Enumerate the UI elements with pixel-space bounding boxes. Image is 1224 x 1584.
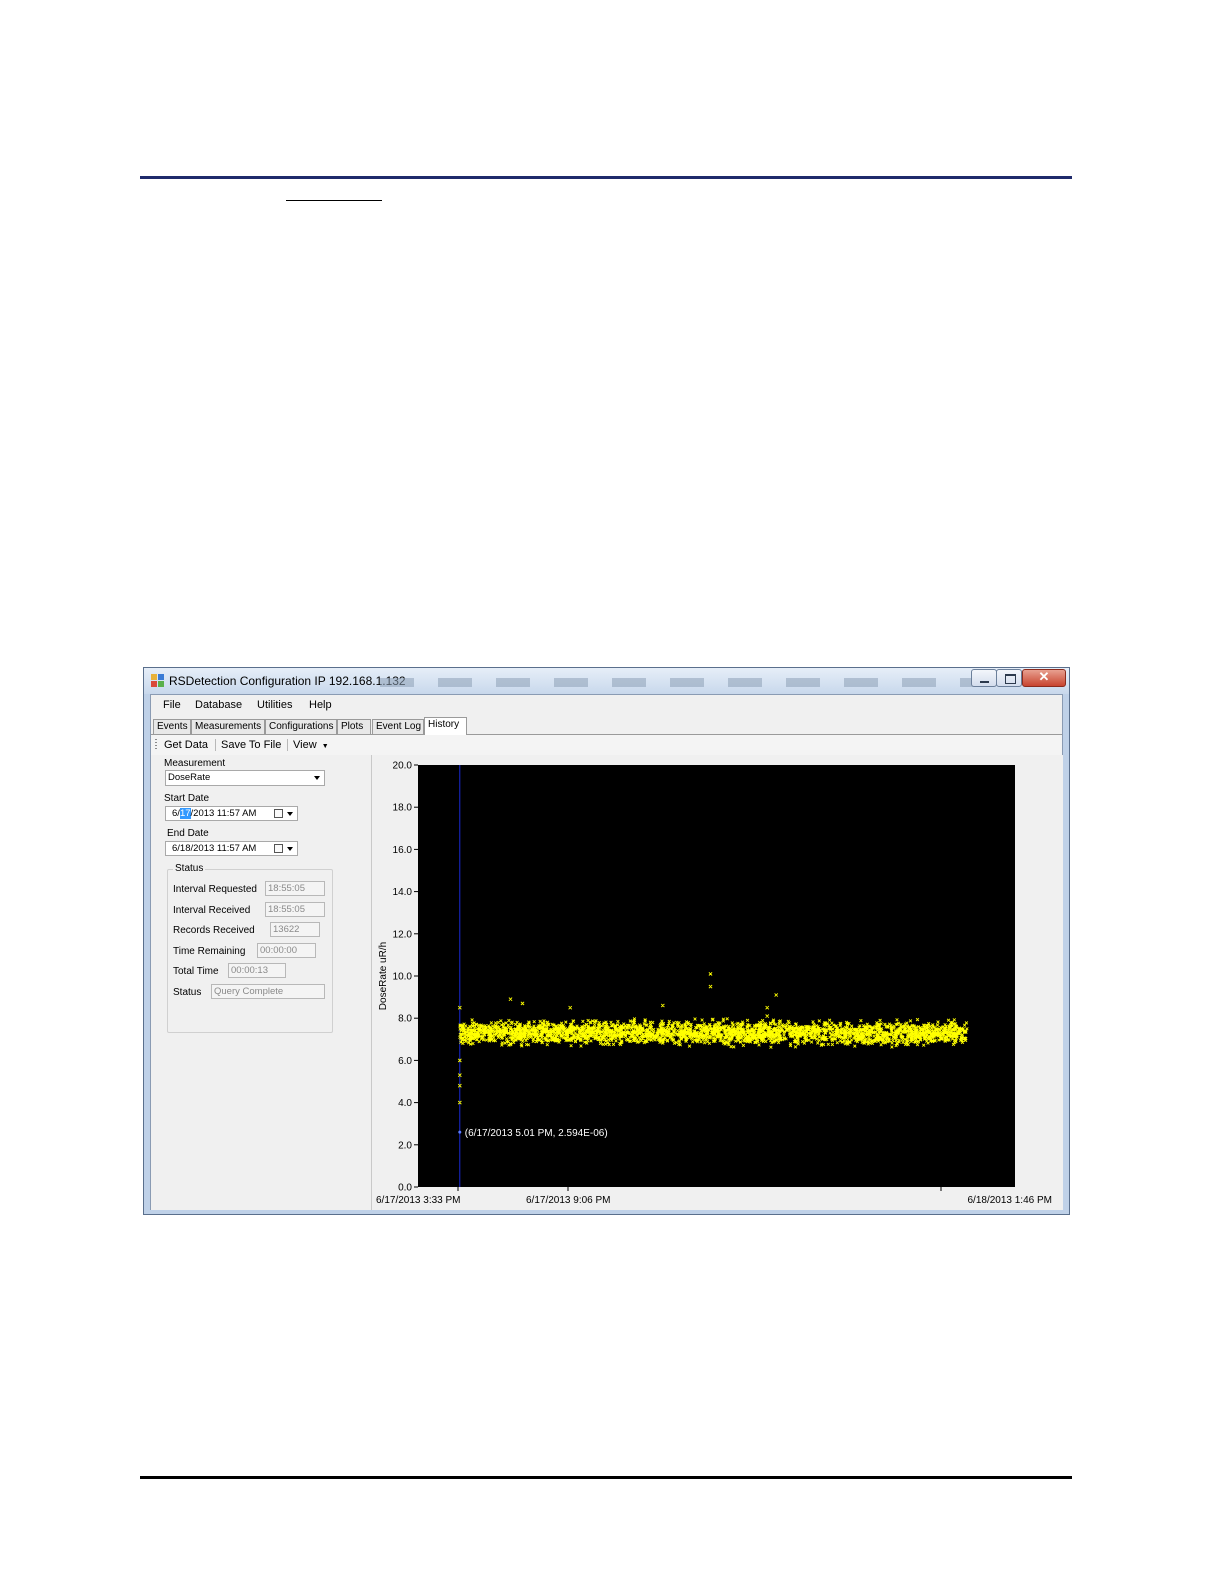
title-bar[interactable]: RSDetection Configuration IP 192.168.1.1… bbox=[144, 668, 1069, 694]
close-icon: ✕ bbox=[1038, 669, 1050, 684]
x-tick-label: 6/17/2013 3:33 PM bbox=[376, 1195, 461, 1206]
status-label: Status bbox=[173, 987, 202, 998]
view-dropdown-button[interactable]: View ▼ bbox=[293, 739, 329, 751]
maximize-icon bbox=[1005, 674, 1016, 684]
menu-file[interactable]: File bbox=[163, 699, 181, 711]
status-group-title: Status bbox=[173, 863, 206, 874]
end-date-label: End Date bbox=[167, 828, 209, 839]
records-received-label: Records Received bbox=[173, 925, 255, 936]
start-date-picker[interactable]: 6/17/2013 11:57 AM bbox=[165, 806, 298, 821]
start-date-post: /2013 11:57 AM bbox=[190, 808, 257, 819]
window-title: RSDetection Configuration IP 192.168.1.1… bbox=[169, 674, 406, 688]
start-date-pre: 6/ bbox=[172, 808, 180, 819]
get-data-button[interactable]: Get Data bbox=[164, 739, 208, 751]
maximize-button[interactable] bbox=[996, 669, 1022, 687]
interval-requested-label: Interval Requested bbox=[173, 884, 257, 895]
cursor-point bbox=[458, 1130, 462, 1134]
tab-plots[interactable]: Plots bbox=[337, 719, 371, 734]
menu-utilities[interactable]: Utilities bbox=[257, 699, 292, 711]
save-to-file-button[interactable]: Save To File bbox=[221, 739, 281, 751]
total-time-label: Total Time bbox=[173, 966, 219, 977]
calendar-icon[interactable] bbox=[274, 809, 283, 818]
app-window: RSDetection Configuration IP 192.168.1.1… bbox=[143, 667, 1070, 1215]
chart-svg[interactable]: 0.0 2.0 4.0 6.0 8.0 10.0 12.0 14.0 16.0 18.0 20.0 D… bbox=[372, 755, 1063, 1210]
toolbar: Get Data Save To File View ▼ bbox=[151, 735, 1062, 756]
menu-database[interactable]: Database bbox=[195, 699, 242, 711]
toolbar-grip-icon[interactable] bbox=[155, 739, 157, 751]
tab-events[interactable]: Events bbox=[153, 719, 191, 734]
minimize-button[interactable] bbox=[971, 669, 997, 687]
tab-measurements[interactable]: Measurements bbox=[191, 719, 265, 734]
tab-strip: Events Measurements Configurations Plots… bbox=[151, 717, 1062, 735]
y-tick-label: 6.0 bbox=[398, 1056, 412, 1067]
total-time-value: 00:00:13 bbox=[228, 963, 286, 978]
close-button[interactable]: ✕ bbox=[1022, 669, 1066, 687]
measurement-select[interactable]: DoseRate bbox=[165, 770, 325, 786]
chevron-down-icon[interactable] bbox=[287, 812, 293, 816]
end-date-picker[interactable]: 6/18/2013 11:57 AM bbox=[165, 841, 298, 856]
start-date-label: Start Date bbox=[164, 793, 210, 804]
cursor-annotation: (6/17/2013 5.01 PM, 2.594E-06) bbox=[465, 1128, 608, 1139]
y-tick-label: 12.0 bbox=[393, 929, 413, 940]
interval-requested-value: 18:55:05 bbox=[265, 881, 325, 896]
query-panel: Measurement DoseRate Start Date 6/17/201… bbox=[151, 755, 371, 1210]
tab-configurations[interactable]: Configurations bbox=[265, 719, 337, 734]
y-axis-label: DoseRate uR/h bbox=[378, 942, 389, 1010]
y-tick-label: 18.0 bbox=[393, 803, 413, 814]
tab-history[interactable]: History bbox=[424, 717, 467, 735]
y-tick-label: 2.0 bbox=[398, 1140, 412, 1151]
toolbar-separator bbox=[287, 739, 288, 751]
time-remaining-value: 00:00:00 bbox=[257, 943, 316, 958]
background-window-titles bbox=[380, 678, 974, 687]
history-tab-page: Get Data Save To File View ▼ Measurement… bbox=[151, 734, 1063, 1210]
view-label: View bbox=[293, 739, 317, 751]
tab-event-log[interactable]: Event Log bbox=[372, 719, 424, 734]
interval-received-value: 18:55:05 bbox=[265, 902, 325, 917]
measurement-label: Measurement bbox=[164, 758, 226, 769]
page-top-rule bbox=[140, 176, 1072, 179]
x-tick-label: 6/17/2013 9:06 PM bbox=[526, 1195, 611, 1206]
calendar-icon[interactable] bbox=[274, 844, 283, 853]
chevron-down-icon[interactable] bbox=[287, 847, 293, 851]
x-tick-label: 6/18/2013 1:46 PM bbox=[967, 1195, 1052, 1206]
y-tick-label: 16.0 bbox=[393, 845, 413, 856]
toolbar-separator bbox=[215, 739, 216, 751]
interval-received-label: Interval Received bbox=[173, 905, 251, 916]
records-received-value: 13622 bbox=[270, 922, 320, 937]
measurement-value: DoseRate bbox=[168, 772, 211, 783]
chevron-down-icon: ▼ bbox=[321, 743, 329, 750]
page-bottom-rule bbox=[140, 1476, 1072, 1479]
y-tick-label: 10.0 bbox=[393, 972, 413, 983]
plot-area bbox=[418, 765, 1015, 1187]
history-chart[interactable]: 0.0 2.0 4.0 6.0 8.0 10.0 12.0 14.0 16.0 18.0 20.0 D… bbox=[371, 755, 1063, 1210]
end-date-value: 6/18/2013 11:57 AM bbox=[172, 843, 257, 854]
y-tick-label: 8.0 bbox=[398, 1014, 412, 1025]
y-tick-label: 0.0 bbox=[398, 1183, 412, 1194]
underline-mark bbox=[286, 200, 382, 201]
y-tick-label: 20.0 bbox=[393, 761, 413, 772]
chevron-down-icon bbox=[314, 776, 320, 780]
menu-help[interactable]: Help bbox=[309, 699, 332, 711]
status-value: Query Complete bbox=[211, 984, 325, 999]
client-area: File Database Utilities Help Events Meas… bbox=[150, 694, 1063, 1210]
minimize-icon bbox=[980, 681, 989, 683]
menu-bar: File Database Utilities Help bbox=[151, 695, 1062, 717]
start-date-selected-day: 17 bbox=[179, 808, 191, 819]
y-tick-label: 14.0 bbox=[393, 887, 413, 898]
app-icon bbox=[151, 674, 165, 688]
time-remaining-label: Time Remaining bbox=[173, 946, 246, 957]
y-tick-label: 4.0 bbox=[398, 1098, 412, 1109]
